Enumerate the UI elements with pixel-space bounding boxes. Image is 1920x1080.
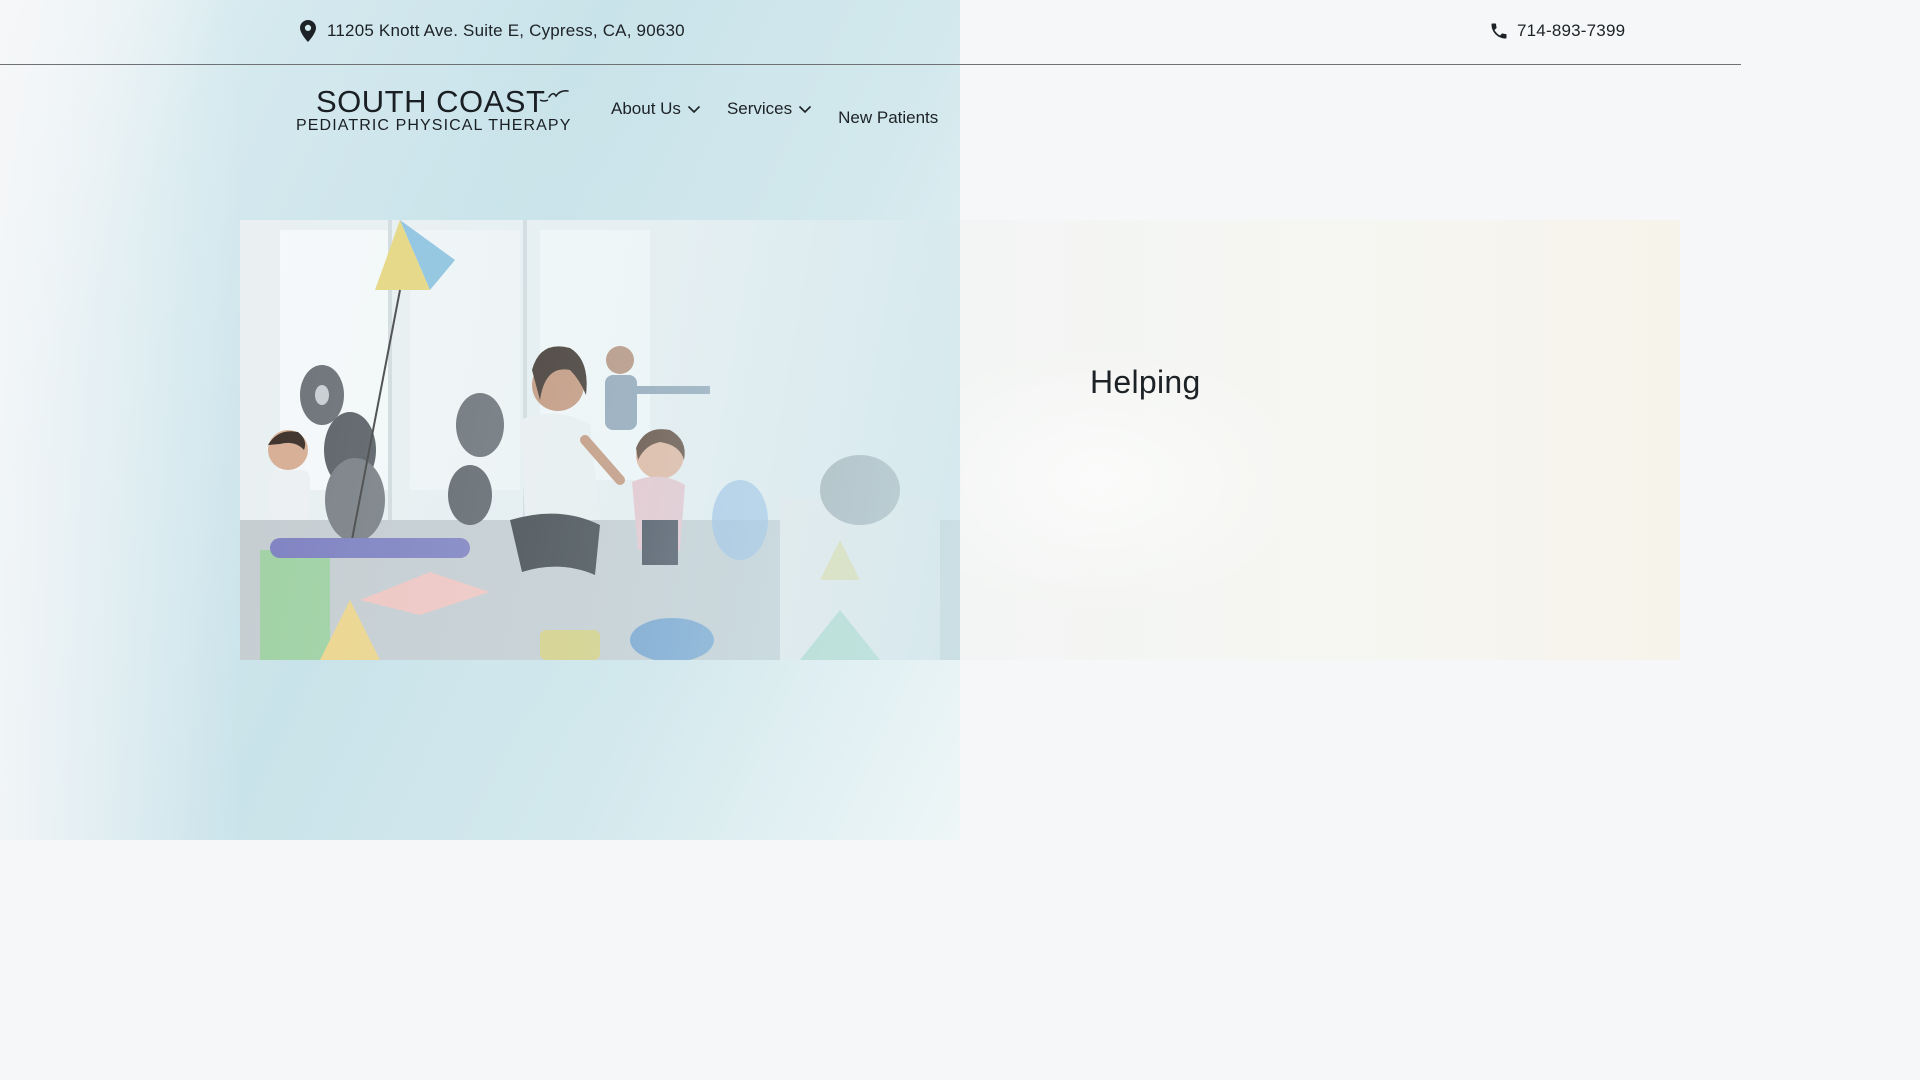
hero-image [240,220,960,660]
logo-sub-text: PEDIATRIC PHYSICAL THERAPY [296,117,572,134]
chevron-down-icon [798,99,812,119]
main-nav: About Us Services New Patients [611,99,938,124]
nav-services-label: Services [726,99,793,118]
phone-icon [1488,20,1510,42]
chevron-down-icon [687,99,701,119]
address-text: 11205 Knott Ave. Suite E, Cypress, CA, 9… [327,21,685,40]
site-logo[interactable]: SOUTH COAST PEDIATRIC PHYSICAL THERAPY [296,84,572,140]
nav-new-patients-label: New Patients [838,111,939,124]
phone-link[interactable]: 714-893-7399 [1488,20,1625,42]
map-pin-icon [297,20,319,42]
nav-new-patients[interactable]: New Patients [838,111,938,124]
bird-icon [538,88,570,111]
logo-main-text: SOUTH COAST [316,84,546,119]
phone-text: 714-893-7399 [1517,21,1626,40]
hero-image-overlay [240,220,960,660]
nav-about-us-label: About Us [611,99,681,118]
nav-about-us[interactable]: About Us [611,99,701,119]
hero-text-panel [960,220,1680,660]
address-link[interactable]: 11205 Knott Ave. Suite E, Cypress, CA, 9… [297,20,685,42]
nav-services[interactable]: Services [727,99,812,119]
top-info-bar: 11205 Knott Ave. Suite E, Cypress, CA, 9… [0,0,1741,65]
hero-title: Helping [1090,364,1201,400]
